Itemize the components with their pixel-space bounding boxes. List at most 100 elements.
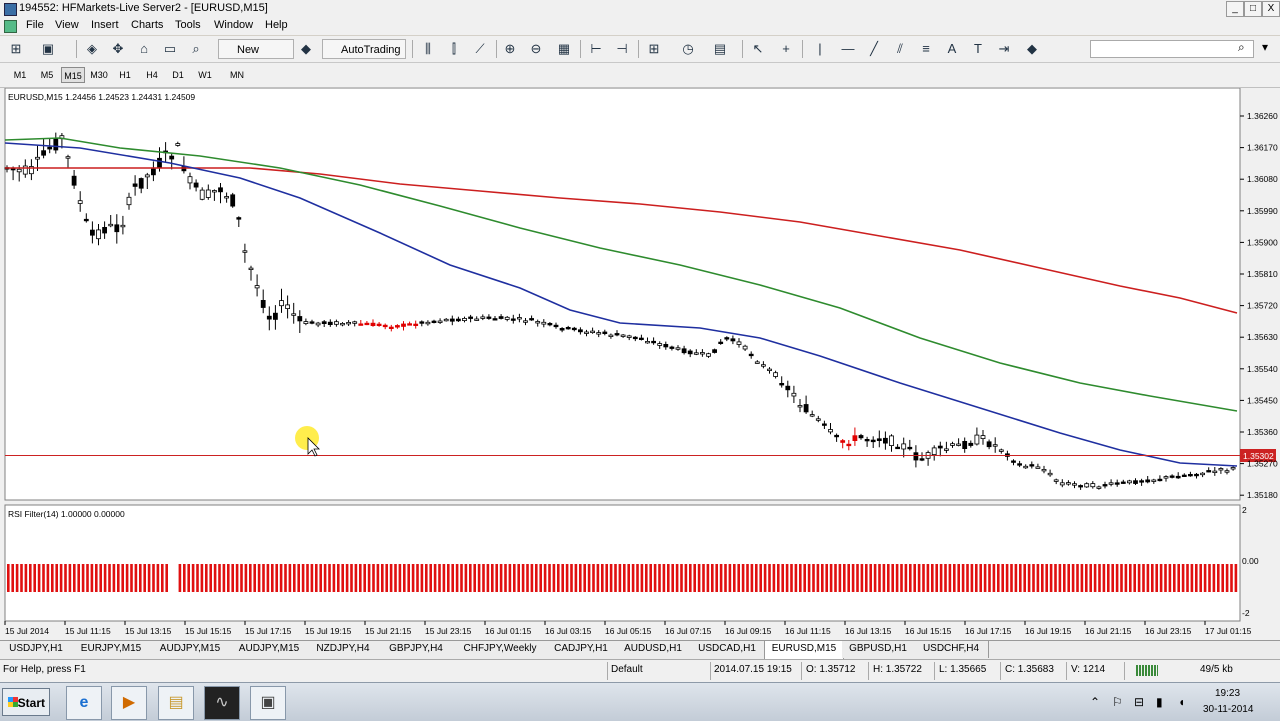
- internet-explorer-icon[interactable]: e: [66, 686, 102, 720]
- chart-tab[interactable]: AUDJPY,M15: [150, 641, 231, 658]
- indicator-bar: [838, 564, 842, 592]
- timeframe-m30[interactable]: M30: [87, 67, 111, 83]
- zoom-in-icon[interactable]: ⊕: [502, 41, 518, 57]
- timeframe-m1[interactable]: M1: [8, 67, 32, 83]
- media-player-icon[interactable]: ▶: [111, 686, 147, 720]
- menu-file[interactable]: File: [26, 19, 44, 31]
- screen-recorder-icon[interactable]: ▣: [250, 686, 286, 720]
- clock-time[interactable]: 19:23: [1215, 688, 1240, 699]
- dropdown-icon[interactable]: ▾: [1262, 40, 1268, 54]
- tray-device-icon[interactable]: ⊟: [1134, 695, 1144, 709]
- chart-tab[interactable]: GBPUSD,H1: [842, 641, 915, 658]
- chart-tab[interactable]: CHFJPY,Weekly: [454, 641, 547, 658]
- timeframe-h4[interactable]: H4: [140, 67, 164, 83]
- time-tick-label: 16 Jul 15:15: [905, 626, 952, 636]
- tray-app-icon[interactable]: ⚐: [1112, 695, 1123, 709]
- chart-tab[interactable]: NZDJPY,H4: [308, 641, 379, 658]
- crosshair-icon[interactable]: +: [778, 41, 794, 57]
- menu-window[interactable]: Window: [214, 19, 253, 31]
- line-chart-icon[interactable]: ⟋: [472, 41, 488, 57]
- close-button[interactable]: X: [1262, 1, 1280, 17]
- horizontal-line-icon[interactable]: —: [840, 41, 856, 57]
- text-icon[interactable]: A: [944, 41, 960, 57]
- indicator-bar: [451, 564, 454, 592]
- tile-windows-icon[interactable]: ▦: [556, 41, 572, 57]
- new-chart-icon[interactable]: ⊞: [8, 41, 24, 57]
- bar-chart-icon[interactable]: ⫼: [420, 41, 436, 57]
- maximize-button[interactable]: □: [1244, 1, 1262, 17]
- search-icon[interactable]: ⌕: [1238, 40, 1245, 55]
- templates-icon[interactable]: ▤: [712, 41, 728, 57]
- indicator-bar: [1225, 564, 1229, 592]
- indicator-bar: [486, 564, 490, 592]
- candlestick-icon[interactable]: ⫿: [446, 41, 462, 57]
- chart-shift-icon[interactable]: ⊢: [588, 41, 604, 57]
- minimize-button[interactable]: _: [1226, 1, 1244, 17]
- vertical-line-icon[interactable]: |: [812, 41, 828, 57]
- indicator-bar: [759, 564, 762, 592]
- chart-tab[interactable]: CADJPY,H1: [546, 641, 617, 658]
- chart-window[interactable]: 1.35302 EURUSD,M15 1.24456 1.24523 1.244…: [0, 87, 1280, 640]
- menu-view[interactable]: View: [55, 19, 79, 31]
- channel-icon[interactable]: ⫽: [892, 41, 908, 57]
- chart-tab[interactable]: EURJPY,M15: [72, 641, 151, 658]
- metaeditor-icon[interactable]: ◆: [298, 41, 314, 57]
- menu-tools[interactable]: Tools: [175, 19, 201, 31]
- chart-tab[interactable]: GBPJPY,H4: [378, 641, 455, 658]
- timeframe-h1[interactable]: H1: [113, 67, 137, 83]
- terminal-icon[interactable]: ▭: [162, 41, 178, 57]
- volume-icon[interactable]: ◖: [1178, 695, 1185, 709]
- indicator-bar: [249, 564, 252, 592]
- chart-tab[interactable]: USDCHF,H4: [914, 641, 989, 658]
- indicator-bar: [517, 564, 520, 592]
- menu-help[interactable]: Help: [265, 19, 288, 31]
- network-icon[interactable]: ▮: [1156, 695, 1163, 709]
- indicator-bar: [552, 564, 556, 592]
- arrows-icon[interactable]: ⇥: [996, 41, 1012, 57]
- periods-icon[interactable]: ◷: [680, 41, 696, 57]
- tray-expand-icon[interactable]: ⌃: [1090, 695, 1100, 709]
- candle-body: [468, 316, 474, 319]
- text-label-icon[interactable]: T: [970, 41, 986, 57]
- search-input[interactable]: [1090, 40, 1254, 58]
- file-explorer-icon[interactable]: ▤: [158, 686, 194, 720]
- chart-tab[interactable]: USDCAD,H1: [690, 641, 765, 658]
- fibonacci-icon[interactable]: ≡: [918, 41, 934, 57]
- cursor-icon[interactable]: ↖: [750, 41, 766, 57]
- timeframe-w1[interactable]: W1: [193, 67, 217, 83]
- zoom-out-icon[interactable]: ⊖: [528, 41, 544, 57]
- profiles-icon[interactable]: ▣: [40, 41, 56, 57]
- timeframe-m5[interactable]: M5: [35, 67, 59, 83]
- clock-date[interactable]: 30-11-2014: [1203, 704, 1253, 715]
- shapes-icon[interactable]: ◆: [1024, 41, 1040, 57]
- timeframe-d1[interactable]: D1: [166, 67, 190, 83]
- autoscroll-icon[interactable]: ⊣: [614, 41, 630, 57]
- start-button[interactable]: Start: [2, 688, 50, 716]
- chart-tab[interactable]: AUDJPY,M15: [230, 641, 309, 658]
- candle-body: [602, 331, 608, 335]
- indicator-bar: [398, 564, 402, 592]
- status-help: For Help, press F1: [3, 664, 86, 675]
- price-chart[interactable]: 1.35302 EURUSD,M15 1.24456 1.24523 1.244…: [0, 87, 1280, 640]
- price-tick-label: 1.35990: [1247, 206, 1278, 216]
- indicator-bar: [416, 564, 419, 592]
- timeframe-mn[interactable]: MN: [225, 67, 249, 83]
- metatrader-icon[interactable]: ∿: [204, 686, 240, 720]
- indicators-icon[interactable]: ⊞: [646, 41, 662, 57]
- autotrading-button[interactable]: AutoTrading: [322, 39, 406, 59]
- candle-body: [309, 321, 315, 324]
- menu-insert[interactable]: Insert: [91, 19, 119, 31]
- menu-charts[interactable]: Charts: [131, 19, 163, 31]
- indicator-bar: [1208, 564, 1211, 592]
- new-order-button[interactable]: New Order: [218, 39, 294, 76]
- trendline-icon[interactable]: ╱: [866, 41, 882, 57]
- candle-body: [35, 156, 40, 160]
- market-watch-icon[interactable]: ◈: [84, 41, 100, 57]
- chart-tab[interactable]: AUDUSD,H1: [616, 641, 691, 658]
- chart-tab[interactable]: EURUSD,M15: [764, 641, 844, 659]
- navigator-icon[interactable]: ⌂: [136, 41, 152, 57]
- data-window-icon[interactable]: ✥: [110, 41, 126, 57]
- chart-tab[interactable]: USDJPY,H1: [0, 641, 73, 658]
- strategy-tester-icon[interactable]: ⌕: [188, 41, 204, 57]
- timeframe-m15[interactable]: M15: [61, 67, 85, 83]
